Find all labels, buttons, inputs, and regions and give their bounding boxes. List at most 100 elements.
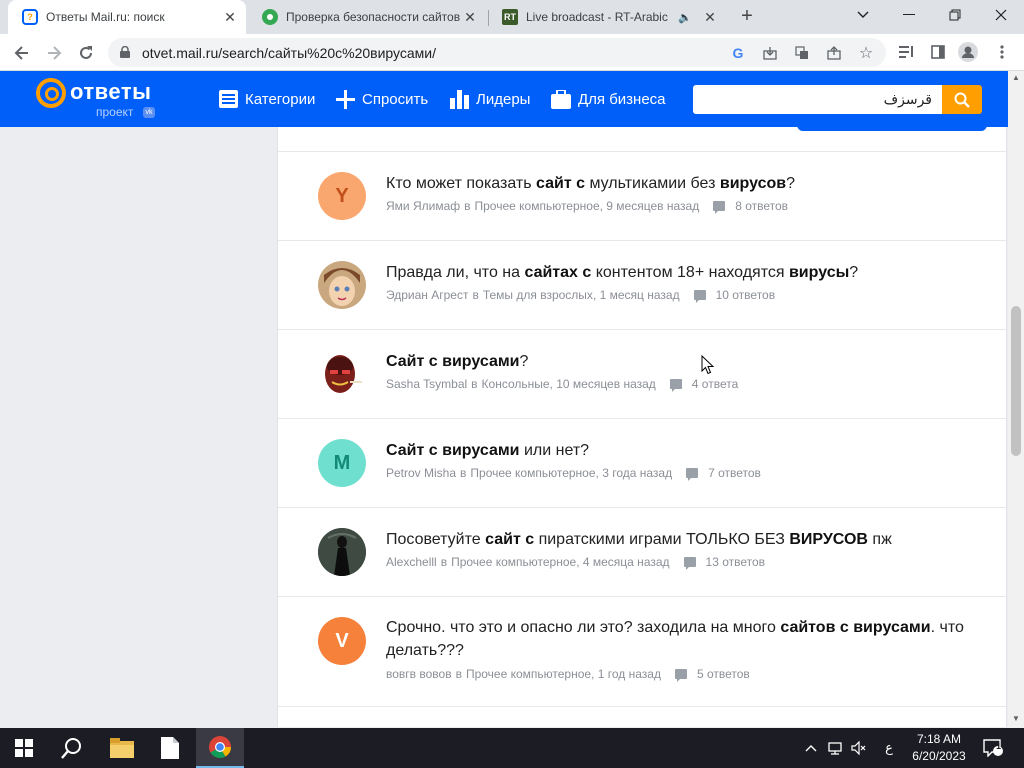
tab-security-check[interactable]: Проверка безопасности сайтов ✕ <box>248 0 486 34</box>
result-row[interactable]: V Срочно. что это и опасно ли это? заходи… <box>278 597 1006 707</box>
reading-list-icon[interactable] <box>896 42 916 62</box>
nav-label: Лидеры <box>476 90 531 108</box>
volume-muted-icon[interactable] <box>848 728 870 768</box>
category-link[interactable]: Темы для взрослых <box>483 288 593 302</box>
question-link[interactable]: Правда ли, что на сайтах с контентом 18+… <box>386 261 976 284</box>
answers-count[interactable]: 13 ответов <box>683 555 765 570</box>
author-link[interactable]: Alexchelll <box>386 555 437 569</box>
answers-count-text: 10 ответов <box>715 288 776 302</box>
rt-icon: RT <box>502 9 518 25</box>
separator-comma: , <box>549 377 557 391</box>
notification-center-icon[interactable]: 1 <box>980 728 1006 768</box>
avatar[interactable]: V <box>318 617 366 665</box>
results-header-button-edge[interactable] <box>797 127 987 131</box>
close-icon[interactable]: ✕ <box>462 9 478 25</box>
result-row[interactable]: Сайт с вирусами? Sasha Tsymbal в Консольные… <box>278 330 1006 419</box>
red-face-avatar[interactable] <box>318 350 366 398</box>
network-icon[interactable] <box>824 728 846 768</box>
cartoon-girl-avatar[interactable] <box>318 261 366 309</box>
address-bar[interactable]: otvet.mail.ru/search/сайты%20с%20вирусам… <box>108 38 886 67</box>
question-link[interactable]: Сайт с вирусами или нет? <box>386 439 976 462</box>
category-link[interactable]: Прочее компьютерное <box>475 199 600 213</box>
lock-icon[interactable] <box>120 46 130 58</box>
avatar[interactable]: M <box>318 439 366 487</box>
nav-ask[interactable]: Спросить <box>336 88 428 110</box>
tab-mail-answers[interactable]: ? Ответы Mail.ru: поиск ✕ <box>8 0 246 34</box>
back-button[interactable] <box>10 41 34 65</box>
category-link[interactable]: Прочее компьютерное <box>470 466 595 480</box>
reload-button[interactable] <box>74 41 98 65</box>
question-link[interactable]: Сайт с вирусами? <box>386 350 976 373</box>
url-text[interactable]: otvet.mail.ru/search/сайты%20с%20вирусам… <box>142 45 436 61</box>
at-sign-icon <box>36 78 66 108</box>
author-link[interactable]: Petrov Misha <box>386 466 456 480</box>
result-row[interactable]: Посоветуйте сайт с пиратскими играми ТОЛ… <box>278 508 1006 597</box>
tab-rt-arabic[interactable]: RT Live broadcast - RT-Arabic 🔈 ✕ <box>488 0 726 34</box>
notepad-button[interactable] <box>146 728 194 768</box>
question-meta: Эдриан Агрест в Темы для взрослых, 1 месяц… <box>386 288 776 303</box>
nav-categories[interactable]: Категории <box>219 88 315 110</box>
avatar[interactable]: Y <box>318 172 366 220</box>
close-icon[interactable]: ✕ <box>702 9 718 25</box>
scroll-up-arrow-icon[interactable]: ▲ <box>1012 73 1020 82</box>
page-scrollbar[interactable]: ▲ ▼ <box>1008 71 1024 728</box>
nav-business[interactable]: Для бизнеса <box>551 88 666 110</box>
category-link[interactable]: Прочее компьютерное <box>451 555 576 569</box>
search-button[interactable] <box>942 85 982 114</box>
otvety-logo[interactable]: ответы проект vk <box>36 78 166 122</box>
system-clock[interactable]: 7:18 AM 6/20/2023 <box>904 731 974 765</box>
input-language-indicator[interactable]: ع <box>878 728 900 768</box>
scroll-down-arrow-icon[interactable]: ▼ <box>1012 714 1020 723</box>
author-link[interactable]: вовгв вовов <box>386 667 452 681</box>
time-ago: 1 год назад <box>597 667 661 681</box>
green-circle-icon <box>262 9 278 25</box>
answers-count[interactable]: 10 ответов <box>693 288 776 303</box>
menu-dots-icon[interactable] <box>992 42 1012 62</box>
scrollbar-thumb[interactable] <box>1011 306 1021 456</box>
close-icon[interactable]: ✕ <box>222 9 238 25</box>
comment-bubble-icon <box>669 379 682 392</box>
category-link[interactable]: Прочее компьютерное <box>466 667 591 681</box>
question-link[interactable]: Кто может показать сайт с мультикамии бе… <box>386 172 976 195</box>
question-link[interactable]: Срочно. что это и опасно ли это? заходил… <box>386 616 976 662</box>
answers-count[interactable]: 4 ответа <box>669 377 739 392</box>
minimize-button[interactable] <box>886 0 932 30</box>
side-panel-icon[interactable] <box>928 42 948 62</box>
author-link[interactable]: Sasha Tsymbal <box>386 377 467 391</box>
close-window-button[interactable] <box>978 0 1024 30</box>
bookmark-star-icon[interactable]: ☆ <box>858 45 874 62</box>
highlighted-term: вирусы <box>788 264 850 281</box>
start-button[interactable] <box>0 728 48 768</box>
comment-bubble-icon <box>674 669 687 682</box>
logo-subtext: проект <box>96 105 134 119</box>
separator-comma: , <box>592 288 600 302</box>
restore-button[interactable] <box>932 0 978 30</box>
profile-avatar-icon[interactable] <box>958 42 978 62</box>
answers-count[interactable]: 8 ответов <box>713 199 788 214</box>
install-app-icon[interactable] <box>762 45 778 61</box>
nav-leaders[interactable]: Лидеры <box>450 88 530 110</box>
file-explorer-button[interactable] <box>98 728 146 768</box>
taskbar-search-button[interactable] <box>48 728 96 768</box>
answers-count[interactable]: 5 ответов <box>674 667 750 682</box>
result-row[interactable]: M Сайт с вирусами или нет? Petrov Misha в Пр… <box>278 419 1006 508</box>
speaker-icon[interactable]: 🔈 <box>678 11 692 24</box>
show-hidden-icons-chevron[interactable] <box>802 728 820 768</box>
tab-search-icon[interactable] <box>840 0 886 30</box>
author-link[interactable]: Ями Ялимаф <box>386 199 460 213</box>
result-row[interactable]: Y Кто может показать сайт с мультикамии б… <box>278 152 1006 241</box>
forward-button[interactable] <box>42 41 66 65</box>
new-tab-button[interactable]: + <box>736 6 758 28</box>
share-icon[interactable] <box>826 45 842 61</box>
result-row[interactable]: Правда ли, что на сайтах с контентом 18+… <box>278 241 1006 330</box>
answers-count-text: 4 ответа <box>691 377 739 391</box>
category-link[interactable]: Консольные <box>482 377 550 391</box>
answers-count[interactable]: 7 ответов <box>686 466 761 481</box>
search-input[interactable] <box>693 85 942 114</box>
chrome-taskbar-button[interactable] <box>196 728 244 768</box>
question-link[interactable]: Посоветуйте сайт с пиратскими играми ТОЛ… <box>386 528 976 551</box>
dark-figure-avatar[interactable] <box>318 528 366 576</box>
google-icon[interactable]: G <box>730 45 746 61</box>
translate-icon[interactable] <box>794 45 810 61</box>
author-link[interactable]: Эдриан Агрест <box>386 288 468 302</box>
